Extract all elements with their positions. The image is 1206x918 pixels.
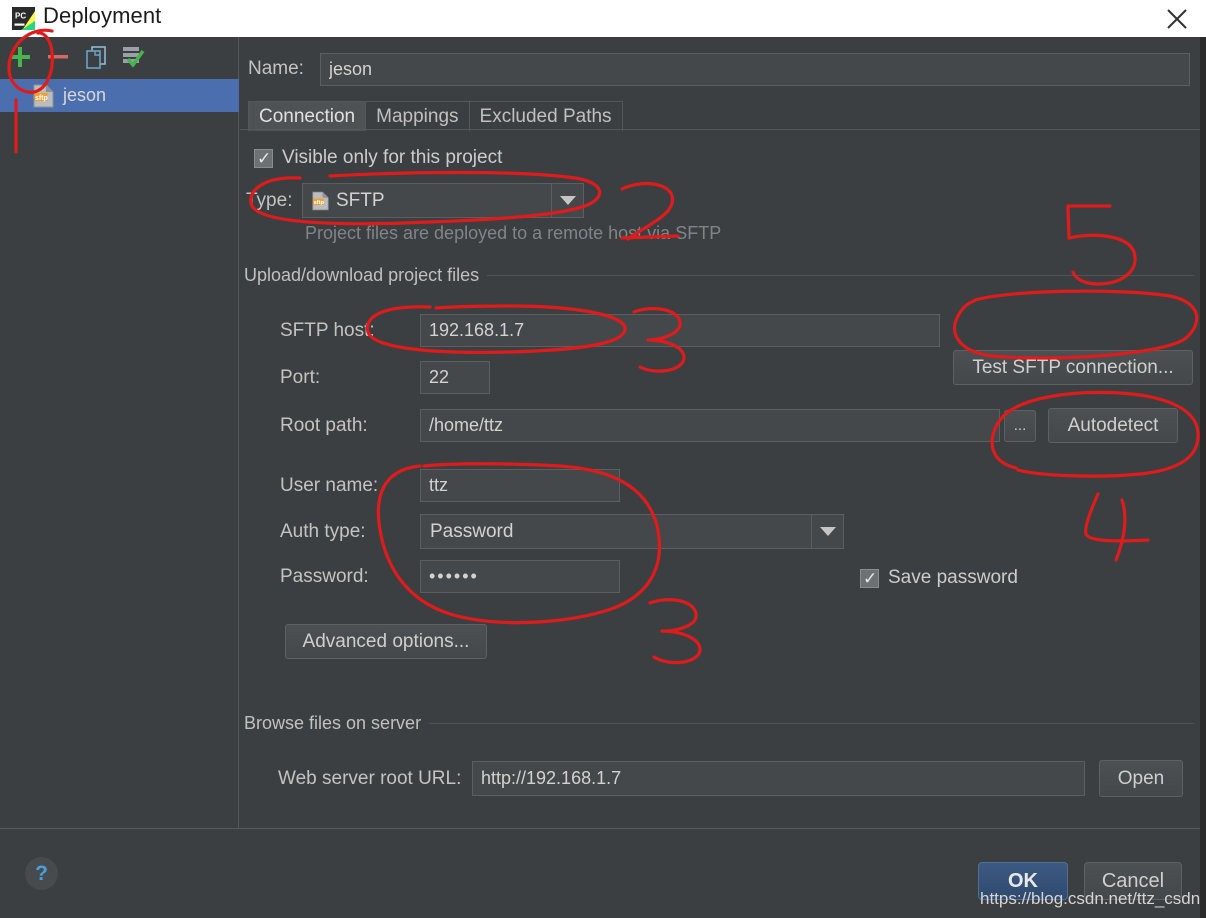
- chevron-down-icon[interactable]: [551, 184, 583, 217]
- save-password-checkbox[interactable]: ✓ Save password: [860, 567, 1018, 589]
- autodetect-button[interactable]: Autodetect: [1048, 408, 1178, 443]
- type-select-value: SFTP: [336, 189, 385, 211]
- browse-group-header: Browse files on server: [244, 713, 1194, 734]
- remove-server-button[interactable]: [44, 45, 72, 73]
- servers-toolbar: [0, 37, 239, 79]
- password-input[interactable]: [420, 560, 620, 593]
- name-row: Name:: [248, 52, 1198, 86]
- tabs-underline: [240, 129, 1206, 130]
- settings-tabs: Connection Mappings Excluded Paths: [248, 99, 623, 131]
- type-select-value-wrap: sftp SFTP: [303, 190, 385, 212]
- auth-type-select-value: Password: [430, 520, 514, 542]
- svg-text:PC: PC: [15, 12, 26, 21]
- web-server-root-url-row: Web server root URL: Open: [278, 760, 1183, 797]
- open-url-label: Open: [1117, 767, 1165, 789]
- port-label: Port:: [280, 366, 321, 388]
- pycharm-icon: PC: [12, 7, 35, 30]
- close-icon[interactable]: [1164, 6, 1190, 32]
- user-name-input[interactable]: [420, 469, 620, 502]
- group-divider: [429, 723, 1194, 724]
- test-sftp-connection-label: Test SFTP connection...: [972, 356, 1174, 378]
- tab-mappings-label: Mappings: [376, 105, 459, 127]
- test-sftp-connection-button[interactable]: Test SFTP connection...: [953, 350, 1193, 385]
- add-server-button[interactable]: [6, 45, 34, 73]
- browse-group-label: Browse files on server: [244, 713, 422, 733]
- type-row: Type: sftp SFTP: [246, 183, 584, 218]
- root-path-row: Root path: ... Autodetect: [280, 408, 1178, 443]
- port-row: Port:: [280, 361, 490, 394]
- user-name-row: User name:: [280, 469, 620, 502]
- sftp-host-input[interactable]: [420, 314, 940, 347]
- user-name-label: User name:: [280, 474, 379, 496]
- tab-excluded-paths-label: Excluded Paths: [479, 105, 612, 127]
- root-path-browse-button[interactable]: ...: [1004, 409, 1036, 442]
- sftp-host-label: SFTP host:: [280, 319, 375, 341]
- root-path-input[interactable]: [420, 409, 1000, 442]
- group-divider: [487, 275, 1194, 276]
- save-password-label: Save password: [888, 567, 1018, 588]
- watermark-text: https://blog.csdn.net/ttz_csdn: [980, 889, 1201, 908]
- tab-connection-label: Connection: [259, 105, 356, 127]
- copy-icon: [83, 44, 109, 75]
- svg-text:sftp: sftp: [314, 200, 325, 206]
- checkbox-box: ✓: [860, 568, 879, 588]
- server-list-item-label: jeson: [63, 85, 107, 105]
- password-label: Password:: [280, 565, 369, 587]
- sftp-file-icon: sftp: [33, 84, 54, 108]
- tab-excluded-paths[interactable]: Excluded Paths: [468, 101, 623, 131]
- tab-mappings[interactable]: Mappings: [365, 101, 470, 131]
- servers-panel: sftp jeson: [0, 37, 239, 828]
- type-select[interactable]: sftp SFTP: [302, 183, 584, 218]
- auth-type-select[interactable]: Password: [420, 514, 844, 549]
- server-list-item-jeson[interactable]: sftp jeson: [0, 79, 239, 112]
- window-title: Deployment: [43, 3, 162, 28]
- check-icon: ✓: [257, 148, 272, 168]
- auth-type-label: Auth type:: [280, 520, 366, 542]
- validate-server-button[interactable]: [118, 45, 146, 73]
- advanced-options-button[interactable]: Advanced options...: [285, 624, 487, 659]
- copy-server-button[interactable]: [82, 45, 110, 73]
- validate-check-icon: [119, 44, 145, 75]
- window-right-edge: [1200, 37, 1206, 918]
- title-bar: PC Deployment: [0, 0, 1206, 37]
- checkbox-box: ✓: [254, 148, 273, 168]
- chevron-down-icon[interactable]: [811, 515, 843, 548]
- autodetect-label: Autodetect: [1067, 414, 1159, 436]
- root-path-label: Root path:: [280, 414, 368, 436]
- minus-icon: [45, 44, 71, 75]
- name-label: Name:: [248, 58, 304, 79]
- connection-settings-panel: Name: Connection Mappings Excluded Paths…: [240, 37, 1206, 828]
- tab-connection[interactable]: Connection: [248, 101, 367, 131]
- advanced-options-label: Advanced options...: [302, 630, 470, 652]
- sftp-host-row: SFTP host:: [280, 314, 940, 347]
- type-label: Type:: [246, 189, 293, 211]
- auth-type-row: Auth type: Password: [280, 514, 844, 549]
- ellipsis-icon: ...: [1013, 417, 1027, 434]
- name-input[interactable]: [320, 52, 1190, 86]
- help-button[interactable]: ?: [25, 857, 58, 890]
- open-url-button[interactable]: Open: [1099, 760, 1183, 797]
- plus-icon: [7, 44, 33, 75]
- check-icon: ✓: [863, 568, 878, 588]
- deployment-dialog: PC Deployment sftp jeson Name: jeson Con…: [0, 0, 1206, 918]
- visible-only-label: Visible only for this project: [282, 147, 503, 168]
- upload-group-header: Upload/download project files: [244, 265, 1194, 286]
- port-input[interactable]: [420, 361, 490, 394]
- type-hint: Project files are deployed to a remote h…: [305, 223, 722, 243]
- upload-group-label: Upload/download project files: [244, 265, 480, 285]
- sftp-file-icon: sftp: [312, 191, 329, 211]
- web-server-root-url-input[interactable]: [472, 761, 1085, 796]
- dialog-footer: ? OK Cancel https://blog.csdn.net/ttz_cs…: [0, 829, 1206, 918]
- password-row: Password:: [280, 560, 620, 593]
- visible-only-checkbox[interactable]: ✓ Visible only for this project: [254, 147, 502, 169]
- question-mark-icon: ?: [35, 861, 48, 885]
- web-server-root-url-label: Web server root URL:: [278, 767, 462, 789]
- server-list: sftp jeson: [0, 79, 239, 112]
- svg-text:sftp: sftp: [35, 95, 48, 102]
